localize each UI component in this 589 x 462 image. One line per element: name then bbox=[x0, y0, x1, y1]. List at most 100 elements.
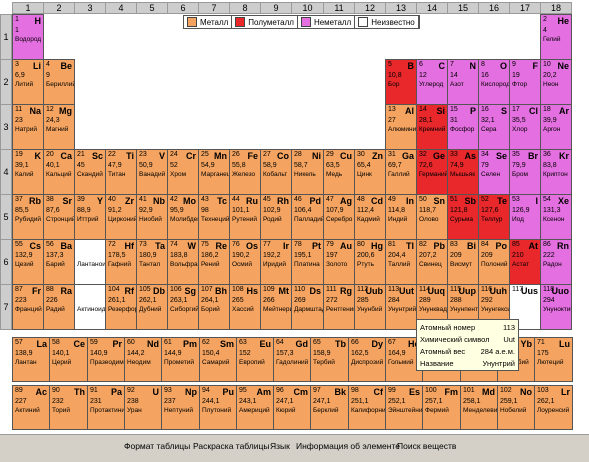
element-cell-I[interactable]: 53 I 126,9 Иод bbox=[509, 194, 541, 240]
element-cell-Cu[interactable]: 29 Cu 63,5 Медь bbox=[323, 149, 355, 195]
element-cell-Cf[interactable]: 98 Cf 251,1 Калифорний bbox=[348, 385, 386, 430]
element-cell-P[interactable]: 15 P 31 Фосфор bbox=[447, 104, 479, 150]
element-cell-Po[interactable]: 84 Po 209 Полоний bbox=[478, 239, 510, 285]
element-cell-Bh[interactable]: 107 Bh 264,1 Борий bbox=[198, 284, 230, 330]
element-cell-Ra[interactable]: 88 Ra 226 Радий bbox=[43, 284, 75, 330]
element-cell-Fm[interactable]: 100 Fm 257,1 Фермий bbox=[422, 385, 461, 430]
element-cell-Md[interactable]: 101 Md 258,1 Менделевий bbox=[460, 385, 498, 430]
element-cell-Rg[interactable]: 111 Rg 272 Рентгений bbox=[323, 284, 355, 330]
element-cell-Ag[interactable]: 47 Ag 107,9 Серебро bbox=[323, 194, 355, 240]
element-cell-Te[interactable]: 52 Te 127,6 Теллур bbox=[478, 194, 510, 240]
element-cell-Hg[interactable]: 80 Hg 200,6 Ртуть bbox=[354, 239, 386, 285]
element-cell-Mt[interactable]: 109Mt266 Мейтнерий bbox=[260, 284, 292, 330]
element-cell-Nd[interactable]: 60 Nd 144,2 Неодим bbox=[124, 337, 162, 382]
element-cell-Os[interactable]: 76 Os 190,2 Осмий bbox=[229, 239, 261, 285]
element-cell-Gd[interactable]: 64 Gd 157,3 Гадолиний bbox=[273, 337, 311, 382]
element-cell-Li[interactable]: 3 Li 6,9 Литий bbox=[12, 59, 44, 105]
element-cell-Lu[interactable]: 71 Lu 175 Лютеций bbox=[534, 337, 573, 382]
menu-element-info[interactable]: Информация об элементе bbox=[296, 441, 400, 451]
element-cell-U[interactable]: 92 U 238 Уран bbox=[124, 385, 162, 430]
element-cell-Pa[interactable]: 91 Pa 231 Протактиний bbox=[87, 385, 125, 430]
element-cell-Sc[interactable]: 21 Sc 45 Скандий bbox=[74, 149, 106, 195]
element-cell-H[interactable]: 1 H 1 Водород bbox=[12, 14, 44, 60]
element-cell-W[interactable]: 74 W 183,8 Вольфрам bbox=[167, 239, 199, 285]
element-cell-Na[interactable]: 11 Na 23 Натрий bbox=[12, 104, 44, 150]
element-cell-Ce[interactable]: 58 Ce 140,1 Церий bbox=[49, 337, 88, 382]
element-cell-Cs[interactable]: 55 Cs 132,9 Цезий bbox=[12, 239, 44, 285]
element-cell-Ac[interactable]: 89 Ac 227 Актиний bbox=[12, 385, 50, 430]
element-cell-Uuo[interactable]: 118 Uuo 294 Унуноктий bbox=[540, 284, 572, 330]
element-cell-Th[interactable]: 90 Th 232 Торий bbox=[49, 385, 88, 430]
element-cell-Cm[interactable]: 96 Cm 247,1 Кюрий bbox=[273, 385, 311, 430]
element-cell-Rb[interactable]: 37 Rb 85,5 Рубидий bbox=[12, 194, 44, 240]
element-cell-Mg[interactable]: 12 Mg 24,3 Магний bbox=[43, 104, 75, 150]
element-cell-Pd[interactable]: 46 Pd 106,4 Палладий bbox=[291, 194, 324, 240]
element-cell-Cd[interactable]: 48 Cd 112,4 Кадмий bbox=[354, 194, 386, 240]
menu-search-substances[interactable]: Поиск веществ bbox=[397, 441, 456, 451]
menu-language[interactable]: Язык bbox=[270, 441, 290, 451]
element-cell-Am[interactable]: 95 Am 243,1 Америций bbox=[236, 385, 274, 430]
element-cell-Eu[interactable]: 63 Eu 152 Европий bbox=[236, 337, 274, 382]
element-cell-Au[interactable]: 79 Au 197 Золото bbox=[323, 239, 355, 285]
menu-table-format[interactable]: Формат таблицы bbox=[124, 441, 190, 451]
element-cell-Fe[interactable]: 26 Fe 55,8 Железо bbox=[229, 149, 261, 195]
element-cell-Tl[interactable]: 81 Tl 204,4 Таллий bbox=[385, 239, 417, 285]
element-cell-Ni[interactable]: 28 Ni 58,7 Никель bbox=[291, 149, 324, 195]
element-cell-Br[interactable]: 35 Br 79,9 Бром bbox=[509, 149, 541, 195]
element-cell-Al[interactable]: 13 Al 27 Алюминий bbox=[385, 104, 417, 150]
element-cell-O[interactable]: 8 O 16 Кислород bbox=[478, 59, 510, 105]
element-cell-Es[interactable]: 99 Es 252,1 Эйнштейний bbox=[385, 385, 423, 430]
menu-table-coloring[interactable]: Раскраска таблицы bbox=[193, 441, 269, 451]
element-cell-Ds[interactable]: 110Ds269 Дармштадтий bbox=[291, 284, 324, 330]
element-cell-No[interactable]: 102 No 259,1 Нобелий bbox=[497, 385, 535, 430]
element-cell-Ge[interactable]: 32 Ge 72,6 Германий bbox=[416, 149, 448, 195]
element-cell-F[interactable]: 9 F 19 Фтор bbox=[509, 59, 541, 105]
element-cell-Hs[interactable]: 108 Hs 265 Хассий bbox=[229, 284, 261, 330]
element-cell-Ca[interactable]: 20 Ca 40,1 Кальций bbox=[43, 149, 75, 195]
element-cell-C[interactable]: 6 C 12 Углерод bbox=[416, 59, 448, 105]
element-cell-Tb[interactable]: 65 Tb 158,9 Тербий bbox=[310, 337, 349, 382]
element-cell-Re[interactable]: 75 Re 186,2 Рений bbox=[198, 239, 230, 285]
element-cell-Be[interactable]: 4 Be 9 Бериллий bbox=[43, 59, 75, 105]
element-cell-Pb[interactable]: 82 Pb 207,2 Свинец bbox=[416, 239, 448, 285]
element-cell-S[interactable]: 16 S 32,1 Сера bbox=[478, 104, 510, 150]
element-cell-Ta[interactable]: 73 Ta 180,9 Тантал bbox=[136, 239, 168, 285]
element-cell-K[interactable]: 19 K 39,1 Калий bbox=[12, 149, 44, 195]
element-cell-Sr[interactable]: 38 Sr 87,6 Стронций bbox=[43, 194, 75, 240]
element-cell-Ar[interactable]: 18 Ar 39,9 Аргон bbox=[540, 104, 572, 150]
element-cell-V[interactable]: 23 V 50,9 Ванадий bbox=[136, 149, 168, 195]
element-cell-Pu[interactable]: 94 Pu 244,1 Плутоний bbox=[199, 385, 237, 430]
element-cell-Sg[interactable]: 106 Sg 263,1 Сиборгий bbox=[167, 284, 199, 330]
element-cell-Co[interactable]: 27 Co 58,9 Кобальт bbox=[260, 149, 292, 195]
element-cell-Np[interactable]: 93 Np 237 Нептуний bbox=[161, 385, 200, 430]
element-cell-placeholder-74[interactable]: Актиноиды bbox=[74, 284, 106, 330]
element-cell-At[interactable]: 85 At 210 Астат bbox=[509, 239, 541, 285]
element-cell-B[interactable]: 5 B 10,8 Бор bbox=[385, 59, 417, 105]
element-cell-Cr[interactable]: 24 Cr 52 Хром bbox=[167, 149, 199, 195]
element-cell-As[interactable]: 33 As 74,9 Мышьяк bbox=[447, 149, 479, 195]
element-cell-Y[interactable]: 39 Y 88,9 Иттрий bbox=[74, 194, 106, 240]
element-cell-Rf[interactable]: 104 Rf261,1 Резерфордий bbox=[105, 284, 137, 330]
element-cell-Ga[interactable]: 31 Ga 69,7 Галлий bbox=[385, 149, 417, 195]
element-cell-Ti[interactable]: 22 Ti 47,9 Титан bbox=[105, 149, 137, 195]
element-cell-Xe[interactable]: 54 Xe 131,3 Ксенон bbox=[540, 194, 572, 240]
element-cell-Dy[interactable]: 66 Dy 162,5 Диспрозий bbox=[348, 337, 386, 382]
element-cell-Fr[interactable]: 87 Fr 223 Франций bbox=[12, 284, 44, 330]
element-cell-Ne[interactable]: 10 Ne 20,2 Неон bbox=[540, 59, 572, 105]
element-cell-In[interactable]: 49 In 114,8 Индий bbox=[385, 194, 417, 240]
element-cell-Zn[interactable]: 30 Zn 65,4 Цинк bbox=[354, 149, 386, 195]
element-cell-Mo[interactable]: 42 Mo 95,9 Молибден bbox=[167, 194, 199, 240]
element-cell-Mn[interactable]: 25 Mn 54,9 Марганец bbox=[198, 149, 230, 195]
element-cell-Db[interactable]: 105 Db 262,1 Дубний bbox=[136, 284, 168, 330]
element-cell-Se[interactable]: 34 Se 79 Селен bbox=[478, 149, 510, 195]
element-cell-Cl[interactable]: 17 Cl 35,5 Хлор bbox=[509, 104, 541, 150]
element-cell-Nb[interactable]: 41 Nb 92,9 Ниобий bbox=[136, 194, 168, 240]
element-cell-Pt[interactable]: 78 Pt 195,1 Платина bbox=[291, 239, 324, 285]
element-cell-N[interactable]: 7 N 14 Азот bbox=[447, 59, 479, 105]
element-cell-He[interactable]: 2 He 4 Гелий bbox=[540, 14, 572, 60]
element-cell-placeholder-56[interactable]: Лантаноиды bbox=[74, 239, 106, 285]
element-cell-Ba[interactable]: 56 Ba 137,3 Барий bbox=[43, 239, 75, 285]
element-cell-Ru[interactable]: 44 Ru 101,1 Рутений bbox=[229, 194, 261, 240]
element-cell-Sn[interactable]: 50 Sn 118,7 Олово bbox=[416, 194, 448, 240]
element-cell-Bk[interactable]: 97 Bk 247,1 Берклий bbox=[310, 385, 349, 430]
